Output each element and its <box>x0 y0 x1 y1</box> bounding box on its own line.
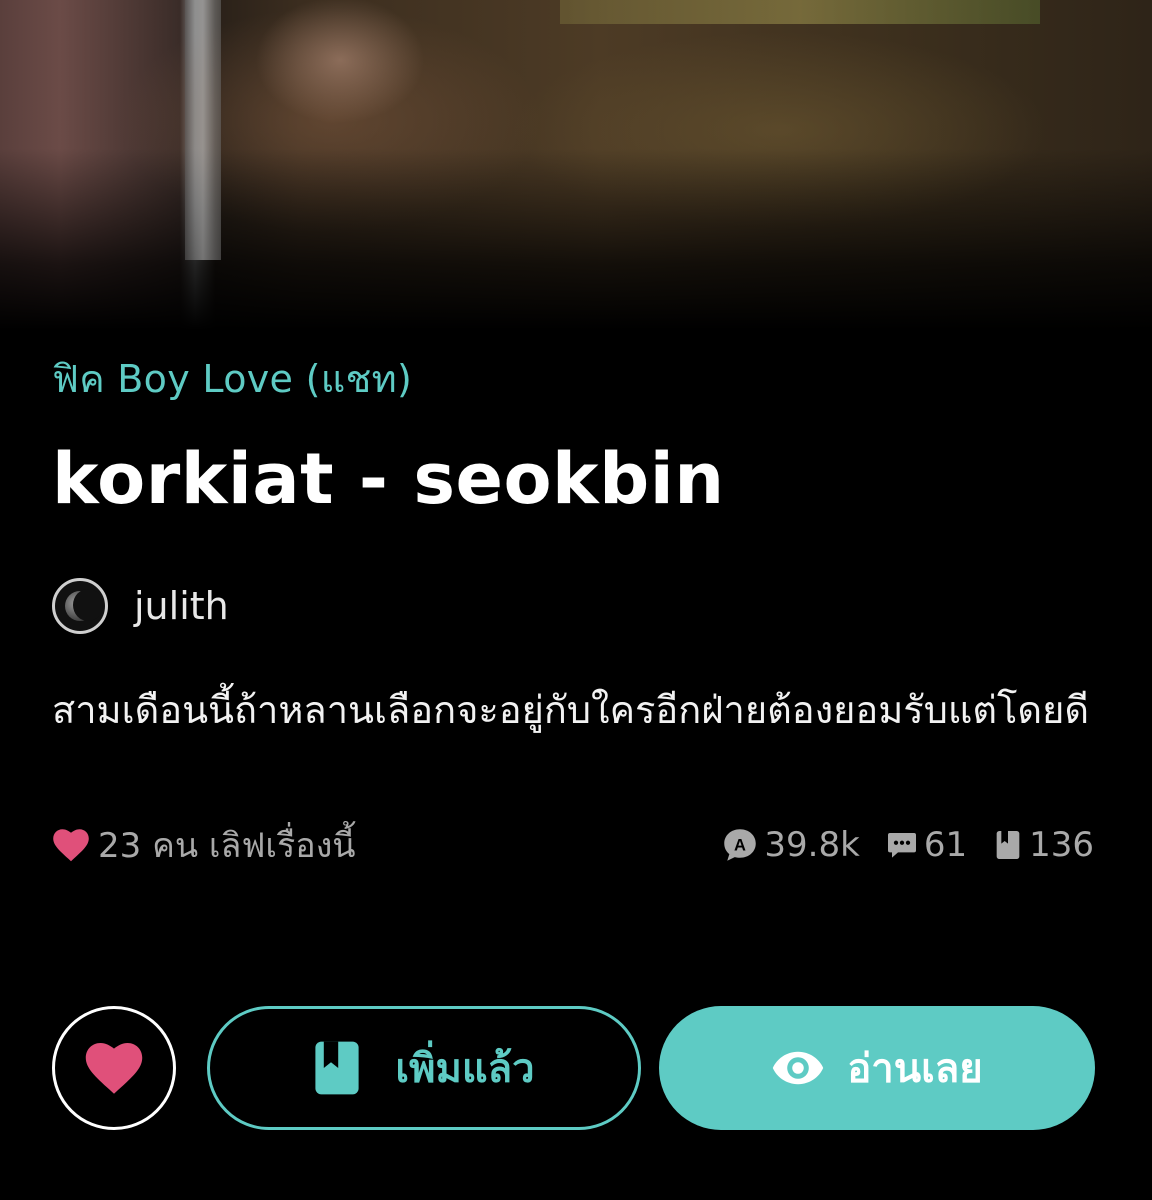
stats-row: 23 คน เลิฟเรื่องนี้ A 39.8k 61 136 <box>52 820 1094 870</box>
views-icon: A <box>724 829 757 861</box>
cover-figure <box>230 0 470 170</box>
heart-icon <box>53 829 89 862</box>
read-now-button[interactable]: อ่านเลย <box>659 1006 1095 1130</box>
cover-image <box>0 0 1152 330</box>
story-category[interactable]: ฟิค Boy Love (แชท) <box>52 348 412 409</box>
bookmark-icon <box>315 1041 360 1095</box>
svg-text:A: A <box>734 836 746 854</box>
views-counter: A 39.8k <box>722 825 860 865</box>
like-button[interactable] <box>52 1006 176 1130</box>
heart-icon <box>85 1042 143 1094</box>
views-count: 39.8k <box>764 825 860 865</box>
bookmarks-counter: 136 <box>993 825 1094 865</box>
lovers-text: 23 คน เลิฟเรื่องนี้ <box>98 826 356 866</box>
story-synopsis: สามเดือนนี้ถ้าหลานเลือกจะอยู่กับใครอีกฝ่… <box>52 688 1090 732</box>
bookmark-icon <box>996 831 1020 859</box>
author-name[interactable]: julith <box>134 584 229 628</box>
added-to-library-button[interactable]: เพิ่มแล้ว <box>207 1006 641 1130</box>
bookmarks-count: 136 <box>1029 825 1094 865</box>
story-title: korkiat - seokbin <box>52 438 725 520</box>
story-counters: A 39.8k 61 136 <box>696 825 1094 865</box>
author-row[interactable]: julith <box>52 576 229 636</box>
read-label: อ่านเลย <box>847 1046 983 1092</box>
eye-icon <box>773 1051 824 1085</box>
avatar[interactable] <box>52 578 108 634</box>
comments-count: 61 <box>923 825 968 865</box>
lovers-count: 23 คน เลิฟเรื่องนี้ <box>52 818 356 872</box>
comment-icon <box>887 833 916 858</box>
cover-shelf <box>560 0 1040 24</box>
comments-counter: 61 <box>886 825 967 865</box>
cover-pillar <box>185 0 221 260</box>
added-label: เพิ่มแล้ว <box>395 1046 535 1092</box>
